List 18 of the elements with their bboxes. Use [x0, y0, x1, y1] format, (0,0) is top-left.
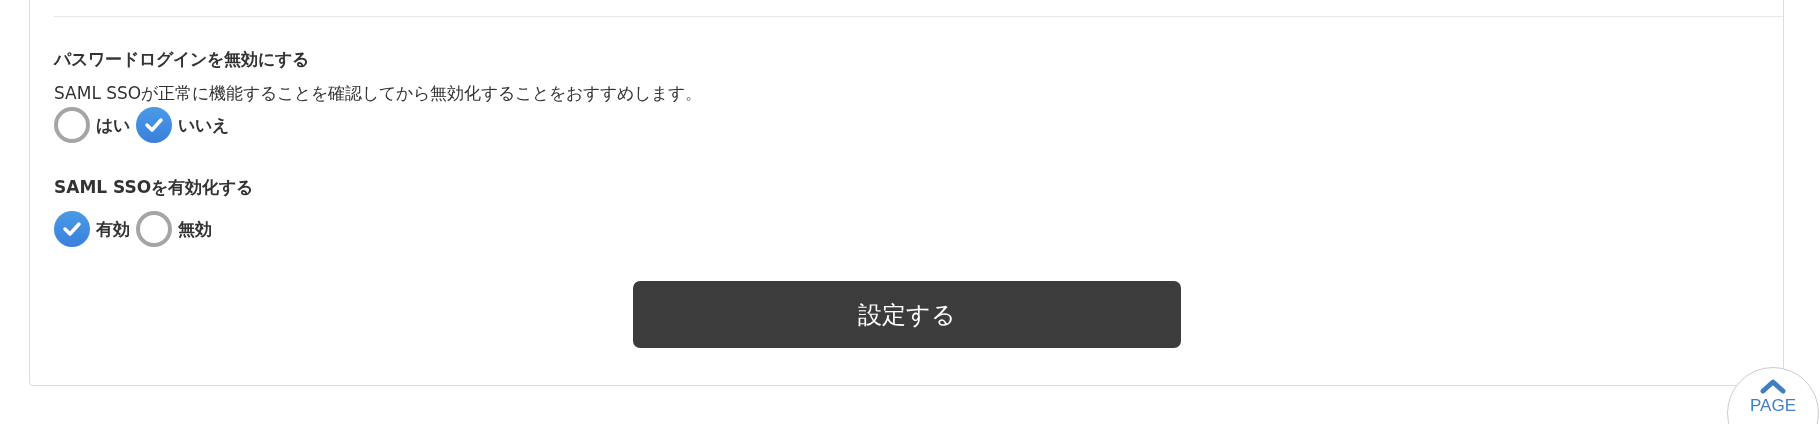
- setting-title: SAML SSOを有効化する: [54, 176, 255, 199]
- option-label[interactable]: はい: [96, 113, 130, 137]
- radio-option[interactable]: いいえ: [136, 107, 229, 143]
- radio-option[interactable]: はい: [54, 107, 130, 143]
- option-label[interactable]: 有効: [96, 217, 130, 241]
- check-icon[interactable]: [136, 107, 172, 143]
- setting-title: パスワードログインを無効にする: [54, 48, 310, 71]
- setting-description: SAML SSOが正常に機能することを確認してから無効化することをおすすめします。: [54, 82, 704, 105]
- check-icon[interactable]: [54, 211, 90, 247]
- radio-option[interactable]: 無効: [136, 211, 212, 247]
- chevron-up-icon: [1760, 378, 1786, 394]
- option-label[interactable]: いいえ: [178, 113, 229, 137]
- option-label[interactable]: 無効: [178, 217, 212, 241]
- radio-option[interactable]: 有効: [54, 211, 130, 247]
- page-top-button[interactable]: PAGE: [1727, 367, 1819, 424]
- submit-button[interactable]: 設定する: [632, 281, 1181, 348]
- radio-icon[interactable]: [136, 211, 172, 247]
- radio-icon[interactable]: [54, 107, 90, 143]
